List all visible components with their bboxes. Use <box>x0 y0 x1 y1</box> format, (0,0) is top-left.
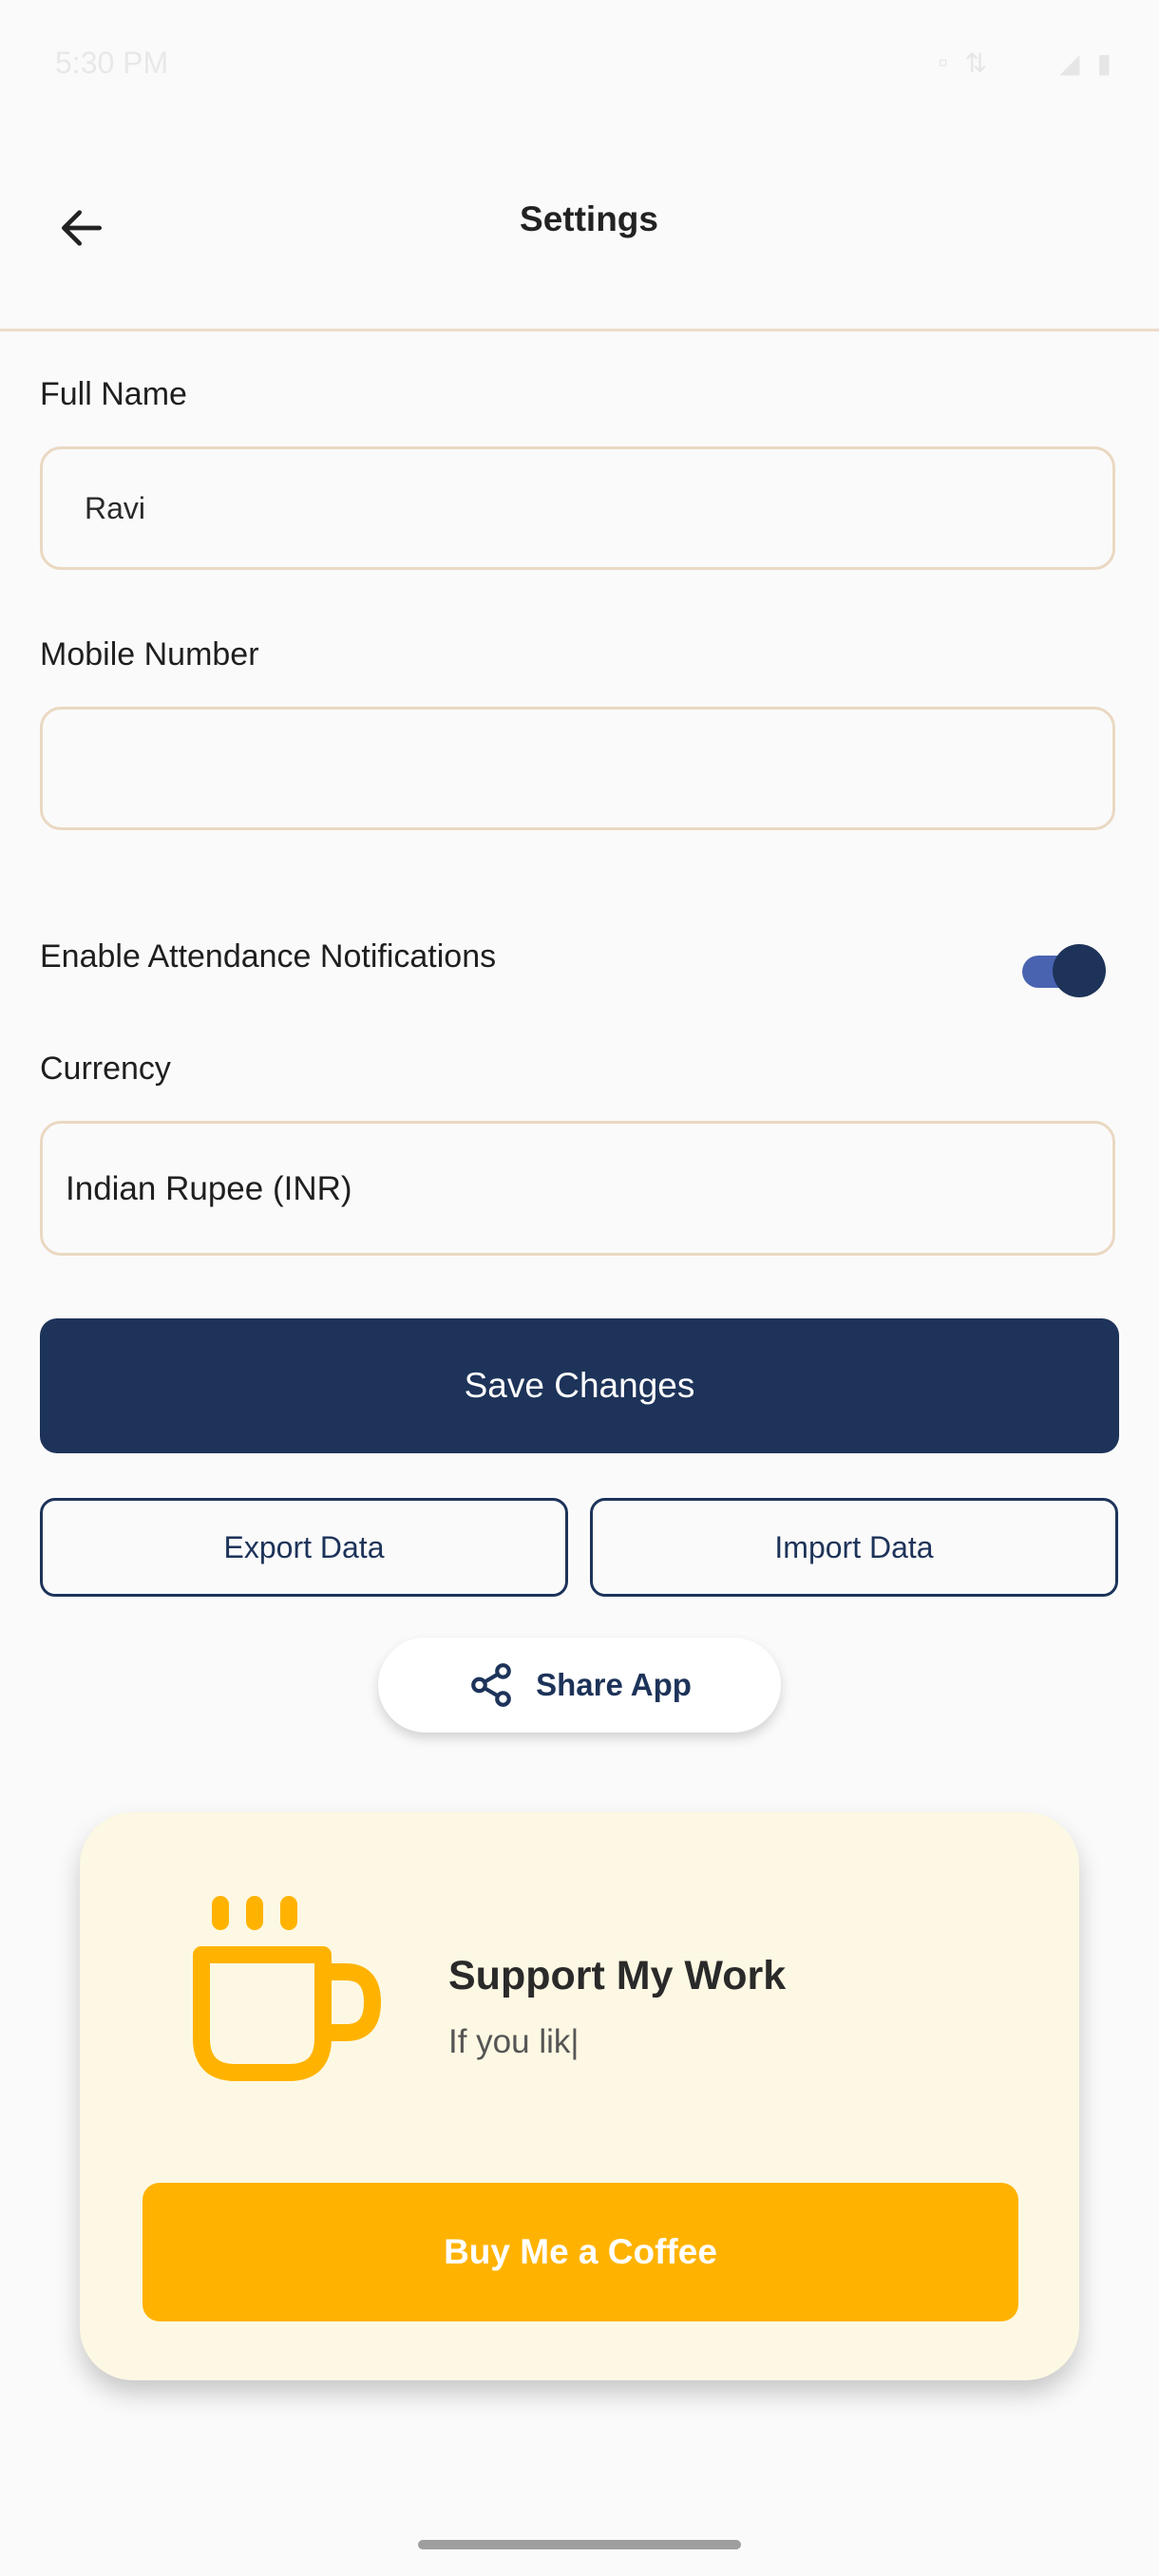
mobile-number-label: Mobile Number <box>40 636 259 672</box>
share-app-button[interactable]: Share App <box>378 1638 781 1733</box>
status-bar: 5:30 PM ▫ ⇅ ◢ ▮ <box>0 0 1159 123</box>
data-arrows-icon: ⇅ <box>964 48 988 78</box>
full-name-label: Full Name <box>40 376 187 412</box>
coffee-cup-icon <box>193 1896 381 2081</box>
notification-icon: ▫ <box>938 47 948 77</box>
app-header: Settings <box>0 142 1159 331</box>
mobile-number-field <box>40 707 1115 830</box>
page-title: Settings <box>520 199 658 238</box>
save-changes-button[interactable]: Save Changes <box>40 1318 1119 1453</box>
export-data-button[interactable]: Export Data <box>40 1498 568 1597</box>
buy-me-a-coffee-button[interactable]: Buy Me a Coffee <box>142 2183 1018 2321</box>
mobile-number-input[interactable] <box>43 710 1112 827</box>
full-name-field <box>40 446 1115 570</box>
battery-icon: ▮ <box>1096 48 1112 78</box>
currency-value: Indian Rupee (INR) <box>66 1170 352 1207</box>
support-title: Support My Work <box>448 1953 787 1998</box>
notifications-toggle[interactable] <box>1020 940 1112 1001</box>
toggle-thumb <box>1053 944 1106 997</box>
currency-select[interactable]: Indian Rupee (INR) <box>40 1121 1115 1256</box>
status-icons: ▫ ⇅ ◢ ▮ <box>939 47 1112 79</box>
support-card: Support My Work If you lik| Buy Me a Cof… <box>80 1812 1079 2380</box>
signal-icon: ◢ <box>1059 48 1080 78</box>
import-data-button[interactable]: Import Data <box>590 1498 1118 1597</box>
full-name-input[interactable] <box>43 449 1112 567</box>
share-app-label: Share App <box>536 1667 692 1702</box>
notifications-label: Enable Attendance Notifications <box>40 938 497 975</box>
support-subtitle: If you lik| <box>448 2023 580 2060</box>
home-indicator[interactable] <box>418 2540 741 2549</box>
share-icon <box>471 1663 511 1707</box>
status-time: 5:30 PM <box>55 46 169 80</box>
currency-label: Currency <box>40 1051 171 1087</box>
